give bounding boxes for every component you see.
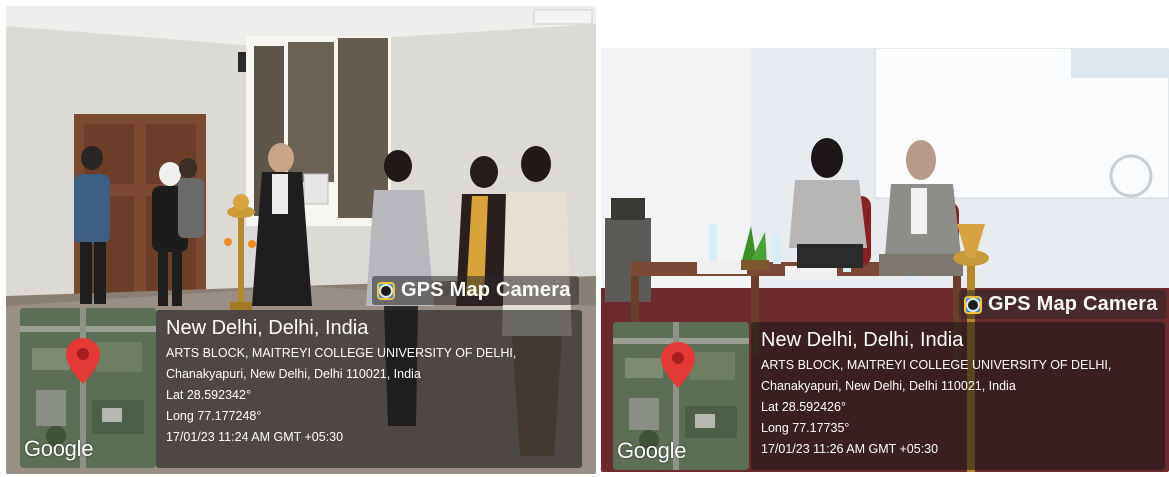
gps-badge-label: GPS Map Camera [988,293,1158,315]
gps-map-camera-badge: GPS Map Camera [372,276,579,305]
address-line-2: Chanakyapuri, New Delhi, Delhi 110021, I… [166,367,421,381]
latitude: Lat 28.592342° [166,388,251,402]
camera-app-icon [377,281,395,300]
camera-app-icon [964,295,982,314]
photo-lamp-lighting: GPS Map Camera Google New Delhi, Delhi, [6,6,596,474]
longitude: Long 77.177248° [166,409,262,423]
longitude: Long 77.17735° [761,421,850,435]
map-thumbnail: Google [20,308,156,468]
timestamp: 17/01/23 11:26 AM GMT +05:30 [761,442,939,456]
gps-badge-label: GPS Map Camera [401,279,571,301]
photo-panel-stage: GPS Map Camera Google New Delhi, Delhi, [601,48,1169,472]
timestamp: 17/01/23 11:24 AM GMT +05:30 [166,430,344,444]
latitude: Lat 28.592426° [761,400,846,414]
map-pin-icon [661,342,695,388]
location-info: New Delhi, Delhi, India ARTS BLOCK, MAIT… [156,310,582,468]
address-line-1: ARTS BLOCK, MAITREYI COLLEGE UNIVERSITY … [166,346,517,360]
map-pin-icon [66,338,100,384]
photo-collage: GPS Map Camera Google New Delhi, Delhi, [0,0,1169,477]
location-city: New Delhi, Delhi, India [166,317,369,339]
location-info: New Delhi, Delhi, India ARTS BLOCK, MAIT… [751,322,1165,470]
address-line-1: ARTS BLOCK, MAITREYI COLLEGE UNIVERSITY … [761,358,1112,372]
gps-map-camera-badge: GPS Map Camera [959,290,1166,319]
google-label: Google [617,438,687,463]
address-line-2: Chanakyapuri, New Delhi, Delhi 110021, I… [761,379,1016,393]
location-city: New Delhi, Delhi, India [761,329,964,351]
map-thumbnail: Google [613,322,749,470]
google-label: Google [24,436,94,461]
